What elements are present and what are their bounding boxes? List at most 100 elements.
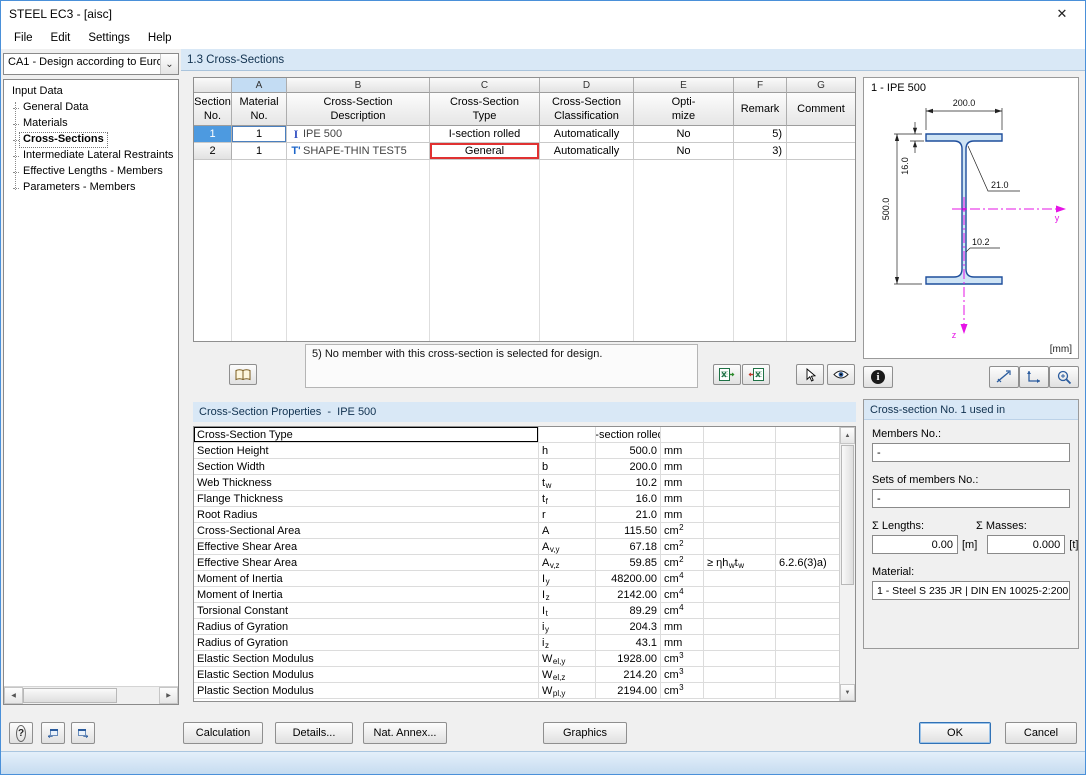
property-condition[interactable]: [704, 523, 776, 539]
nav-item-effective-lengths-members[interactable]: Effective Lengths - Members: [13, 164, 176, 180]
ok-button[interactable]: OK: [919, 722, 991, 744]
property-condition[interactable]: [704, 507, 776, 523]
export-excel-button[interactable]: [713, 364, 741, 385]
axes-toggle-button[interactable]: [1019, 366, 1049, 388]
info-button[interactable]: i: [863, 366, 893, 388]
property-value[interactable]: 43.1: [596, 635, 661, 651]
property-condition[interactable]: [704, 475, 776, 491]
property-unit[interactable]: [661, 427, 704, 443]
property-reference[interactable]: [776, 539, 840, 555]
property-unit[interactable]: mm: [661, 507, 704, 523]
property-value[interactable]: 89.29: [596, 603, 661, 619]
property-value[interactable]: 16.0: [596, 491, 661, 507]
property-condition[interactable]: [704, 667, 776, 683]
property-unit[interactable]: cm 2: [661, 539, 704, 555]
property-reference[interactable]: [776, 587, 840, 603]
property-symbol[interactable]: r: [539, 507, 596, 523]
property-symbol[interactable]: tw: [539, 475, 596, 491]
property-name[interactable]: Elastic Section Modulus: [194, 667, 539, 683]
nav-item-intermediate-lateral-restraints[interactable]: Intermediate Lateral Restraints: [13, 148, 176, 164]
zoom-button[interactable]: [1049, 366, 1079, 388]
calculation-button[interactable]: Calculation: [183, 722, 263, 744]
graphics-button[interactable]: Graphics: [543, 722, 627, 744]
property-reference[interactable]: [776, 603, 840, 619]
column-letter-c[interactable]: C: [430, 78, 540, 93]
sets-of-members-field[interactable]: -: [872, 489, 1070, 508]
property-reference[interactable]: [776, 683, 840, 699]
property-symbol[interactable]: Av,z: [539, 555, 596, 571]
column-letter-b[interactable]: B: [287, 78, 430, 93]
property-value[interactable]: 59.85: [596, 555, 661, 571]
scroll-thumb[interactable]: [841, 445, 854, 585]
scroll-track[interactable]: [117, 687, 159, 704]
nav-item-parameters-members[interactable]: Parameters - Members: [13, 180, 176, 196]
tree-horizontal-scrollbar[interactable]: ◀ ▶: [4, 686, 178, 704]
property-symbol[interactable]: Wel,y: [539, 651, 596, 667]
property-value[interactable]: 10.2: [596, 475, 661, 491]
members-no-field[interactable]: -: [872, 443, 1070, 462]
details-button[interactable]: Details...: [275, 722, 353, 744]
property-value[interactable]: 48200.00: [596, 571, 661, 587]
property-condition[interactable]: [704, 539, 776, 555]
property-name[interactable]: Section Width: [194, 459, 539, 475]
nav-item-input-data[interactable]: Input Data: [10, 84, 176, 100]
help-button[interactable]: ?: [9, 722, 33, 744]
comment-cell[interactable]: [787, 126, 855, 143]
property-value[interactable]: 200.0: [596, 459, 661, 475]
property-condition[interactable]: [704, 443, 776, 459]
property-condition[interactable]: [704, 491, 776, 507]
property-symbol[interactable]: Av,y: [539, 539, 596, 555]
property-condition[interactable]: [704, 571, 776, 587]
property-condition[interactable]: [704, 427, 776, 443]
column-letter-g[interactable]: G: [787, 78, 855, 93]
property-reference[interactable]: [776, 571, 840, 587]
import-excel-button[interactable]: [742, 364, 770, 385]
nat-annex-button[interactable]: Nat. Annex...: [363, 722, 447, 744]
nav-item-cross-sections[interactable]: Cross-Sections: [13, 132, 108, 148]
property-name[interactable]: Web Thickness: [194, 475, 539, 491]
property-name[interactable]: Flange Thickness: [194, 491, 539, 507]
column-letter-a[interactable]: A: [232, 78, 287, 93]
column-letter-f[interactable]: F: [734, 78, 787, 93]
property-condition[interactable]: [704, 603, 776, 619]
property-name[interactable]: Cross-Sectional Area: [194, 523, 539, 539]
property-value[interactable]: 214.20: [596, 667, 661, 683]
column-letter-e[interactable]: E: [634, 78, 734, 93]
property-name[interactable]: Radius of Gyration: [194, 619, 539, 635]
property-reference[interactable]: [776, 427, 840, 443]
view-button[interactable]: [827, 364, 855, 385]
property-value[interactable]: 500.0: [596, 443, 661, 459]
property-unit[interactable]: mm: [661, 475, 704, 491]
menu-help[interactable]: Help: [139, 30, 181, 46]
property-unit[interactable]: cm 4: [661, 587, 704, 603]
property-name[interactable]: Section Height: [194, 443, 539, 459]
property-value[interactable]: I-section rolled: [596, 427, 661, 443]
menu-settings[interactable]: Settings: [79, 30, 139, 46]
property-symbol[interactable]: Iy: [539, 571, 596, 587]
property-unit[interactable]: cm 2: [661, 555, 704, 571]
optimize-cell[interactable]: No: [634, 126, 734, 143]
remark-cell[interactable]: 3): [734, 143, 787, 160]
pick-in-graphic-button[interactable]: [796, 364, 824, 385]
properties-vertical-scrollbar[interactable]: ▲ ▼: [839, 427, 855, 701]
property-reference[interactable]: [776, 651, 840, 667]
property-unit[interactable]: cm 3: [661, 667, 704, 683]
property-condition[interactable]: [704, 651, 776, 667]
property-value[interactable]: 67.18: [596, 539, 661, 555]
scroll-left-icon[interactable]: ◀: [4, 687, 23, 704]
property-name[interactable]: Elastic Section Modulus: [194, 651, 539, 667]
property-reference[interactable]: 6.2.6(3)a): [776, 555, 840, 571]
dimensioning-button[interactable]: [989, 366, 1019, 388]
row-header[interactable]: 2: [194, 143, 232, 160]
menu-edit[interactable]: Edit: [42, 30, 80, 46]
property-reference[interactable]: [776, 667, 840, 683]
property-symbol[interactable]: Iz: [539, 587, 596, 603]
scroll-track[interactable]: [840, 586, 855, 684]
property-name[interactable]: Moment of Inertia: [194, 571, 539, 587]
property-reference[interactable]: [776, 443, 840, 459]
type-cell[interactable]: I-section rolled: [430, 126, 540, 143]
corner-cell[interactable]: [194, 78, 232, 93]
cancel-button[interactable]: Cancel: [1005, 722, 1077, 744]
property-value[interactable]: 2142.00: [596, 587, 661, 603]
property-symbol[interactable]: Wel,z: [539, 667, 596, 683]
